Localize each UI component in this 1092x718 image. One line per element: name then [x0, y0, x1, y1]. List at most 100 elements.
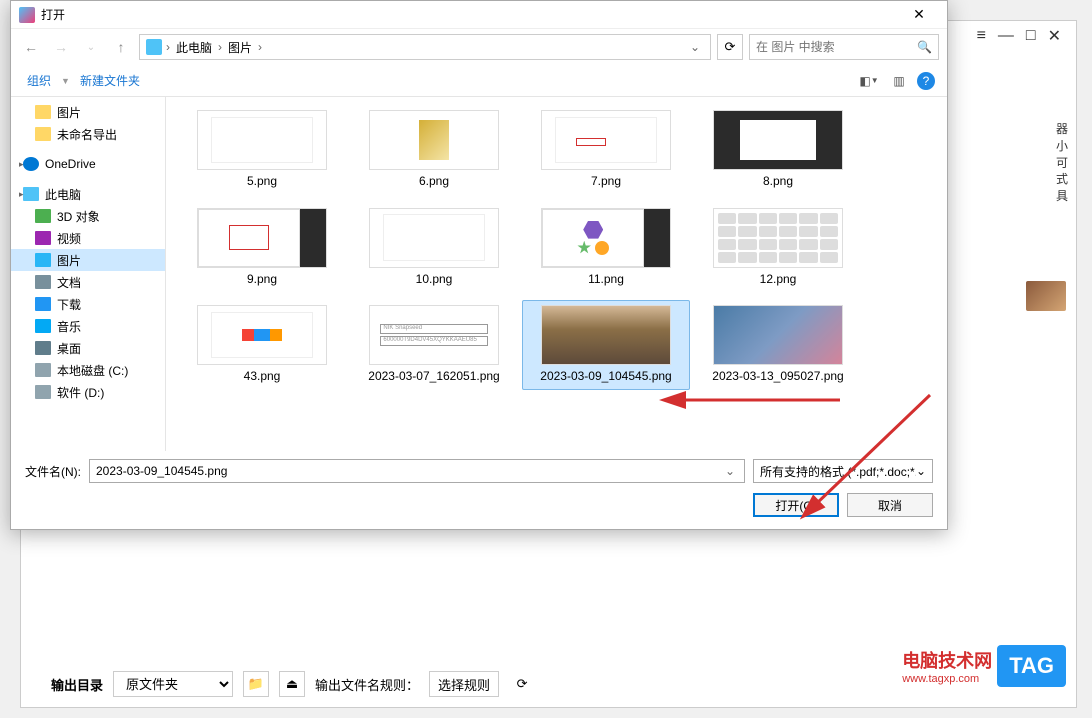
- sidebar-item-label: 3D 对象: [57, 208, 100, 225]
- filename-dropdown-icon[interactable]: ⌄: [722, 464, 738, 478]
- select-rule-button[interactable]: 选择规则: [429, 671, 499, 697]
- file-thumbnail: [197, 208, 327, 268]
- file-thumbnail: [541, 305, 671, 365]
- file-item[interactable]: 7.png: [522, 105, 690, 195]
- file-thumbnail: [197, 305, 327, 365]
- file-item[interactable]: 6.png: [350, 105, 518, 195]
- search-icon[interactable]: 🔍: [917, 40, 932, 54]
- preview-pane-icon[interactable]: ▥: [887, 69, 911, 93]
- sidebar-item-本地磁盘 (C:)[interactable]: 本地磁盘 (C:): [11, 359, 165, 381]
- file-item[interactable]: 43.png: [178, 300, 346, 390]
- expand-icon[interactable]: ▸: [19, 189, 24, 200]
- file-name-label: 2023-03-09_104545.png: [540, 369, 671, 385]
- breadcrumb-current[interactable]: 图片: [226, 39, 254, 56]
- bg-hamburger-icon[interactable]: ≡: [977, 27, 986, 45]
- dialog-body: 图片未命名导出▸OneDrive▸此电脑3D 对象视频图片文档下载音乐桌面本地磁…: [11, 97, 947, 451]
- sidebar-item-OneDrive[interactable]: ▸ OneDrive: [11, 153, 165, 175]
- sidebar-item-label: OneDrive: [45, 157, 96, 171]
- organize-menu[interactable]: 组织: [23, 72, 55, 89]
- breadcrumb-root[interactable]: 此电脑: [174, 39, 214, 56]
- view-mode-icon[interactable]: ◧ ▼: [857, 69, 881, 93]
- pc-icon: [146, 39, 162, 55]
- output-folder-select[interactable]: 原文件夹: [113, 671, 233, 697]
- file-item[interactable]: 11.png: [522, 203, 690, 293]
- bg-close-icon[interactable]: ✕: [1048, 26, 1061, 46]
- new-folder-button[interactable]: 新建文件夹: [76, 72, 144, 89]
- nav-forward-icon[interactable]: →: [49, 35, 73, 59]
- file-thumbnail: NIK Snapseed600000T9D4DV45XQYKKAAEU85: [369, 305, 499, 365]
- sidebar-item-label: 未命名导出: [57, 126, 117, 143]
- file-thumbnail: [369, 110, 499, 170]
- sidebar-item-图片[interactable]: 图片: [11, 101, 165, 123]
- music-icon: [35, 319, 51, 333]
- sidebar-item-视频[interactable]: 视频: [11, 227, 165, 249]
- sidebar-item-音乐[interactable]: 音乐: [11, 315, 165, 337]
- file-name-label: 7.png: [591, 174, 621, 190]
- onedrive-icon: [23, 157, 39, 171]
- sidebar-item-label: 本地磁盘 (C:): [57, 362, 128, 379]
- nav-up-icon[interactable]: ↑: [109, 35, 133, 59]
- bg-titlebar: ≡ — □ ✕: [962, 21, 1076, 51]
- file-list-area[interactable]: 5.png6.png 7.png 8.png 9.png 10.png 11.png 12.…: [166, 97, 947, 451]
- file-item[interactable]: 9.png: [178, 203, 346, 293]
- file-item[interactable]: 12.png: [694, 203, 862, 293]
- dropdown-icon: ▼: [61, 76, 70, 86]
- refresh-rule-icon[interactable]: ⟳: [509, 671, 535, 697]
- nav-recent-icon[interactable]: ⌄: [79, 35, 103, 59]
- file-item[interactable]: 2023-03-13_095027.png: [694, 300, 862, 390]
- chevron-right-icon: ›: [218, 40, 222, 54]
- open-folder-icon[interactable]: ⏏: [279, 671, 305, 697]
- sidebar-item-下载[interactable]: 下载: [11, 293, 165, 315]
- sidebar-item-label: 此电脑: [45, 186, 81, 203]
- dialog-nav: ← → ⌄ ↑ › 此电脑 › 图片 › ⌄ ⟳ 🔍: [11, 29, 947, 65]
- file-thumbnail: [197, 110, 327, 170]
- file-name-label: 9.png: [247, 272, 277, 288]
- folder-icon[interactable]: 📁: [243, 671, 269, 697]
- filename-input[interactable]: [96, 464, 722, 478]
- file-name-label: 10.png: [416, 272, 453, 288]
- folder-icon: [35, 105, 51, 119]
- file-name-label: 43.png: [244, 369, 281, 385]
- nav-back-icon[interactable]: ←: [19, 35, 43, 59]
- file-thumbnail: [713, 305, 843, 365]
- file-item[interactable]: 8.png: [694, 105, 862, 195]
- sidebar-item-未命名导出[interactable]: 未命名导出: [11, 123, 165, 145]
- filename-label: 文件名(N):: [25, 463, 81, 480]
- obj3d-icon: [35, 209, 51, 223]
- file-item[interactable]: NIK Snapseed600000T9D4DV45XQYKKAAEU85 202…: [350, 300, 518, 390]
- sidebar-item-此电脑[interactable]: ▸ 此电脑: [11, 183, 165, 205]
- bg-side-text: 器 小 可 式 具: [1056, 121, 1076, 205]
- bg-maximize-icon[interactable]: □: [1026, 27, 1036, 45]
- sidebar-item-3D 对象[interactable]: 3D 对象: [11, 205, 165, 227]
- sidebar-item-label: 音乐: [57, 318, 81, 335]
- sidebar-item-文档[interactable]: 文档: [11, 271, 165, 293]
- filter-dropdown-icon: ⌄: [916, 464, 926, 478]
- sidebar-item-图片[interactable]: 图片: [11, 249, 165, 271]
- output-dir-label: 输出目录: [51, 675, 103, 694]
- search-box[interactable]: 🔍: [749, 34, 939, 60]
- file-type-filter[interactable]: 所有支持的格式 (*.pdf;*.doc;*. ⌄: [753, 459, 933, 483]
- file-thumbnail: [541, 208, 671, 268]
- sidebar-item-label: 软件 (D:): [57, 384, 104, 401]
- file-thumbnail: [713, 110, 843, 170]
- open-button[interactable]: 打开(O): [753, 493, 839, 517]
- refresh-icon[interactable]: ⟳: [717, 34, 743, 60]
- bg-minimize-icon[interactable]: —: [998, 27, 1014, 45]
- breadcrumb[interactable]: › 此电脑 › 图片 › ⌄: [139, 34, 711, 60]
- path-dropdown-icon[interactable]: ⌄: [686, 40, 704, 54]
- file-name-label: 2023-03-07_162051.png: [368, 369, 499, 385]
- file-name-label: 11.png: [588, 272, 624, 288]
- disk-icon: [35, 385, 51, 399]
- cancel-button[interactable]: 取消: [847, 493, 933, 517]
- search-input[interactable]: [756, 40, 917, 54]
- file-item[interactable]: 2023-03-09_104545.png: [522, 300, 690, 390]
- rule-label: 输出文件名规则：: [315, 675, 419, 694]
- expand-icon[interactable]: ▸: [19, 159, 24, 170]
- sidebar-item-软件 (D:)[interactable]: 软件 (D:): [11, 381, 165, 403]
- close-icon[interactable]: ✕: [899, 6, 939, 23]
- help-icon[interactable]: ?: [917, 72, 935, 90]
- file-item[interactable]: 5.png: [178, 105, 346, 195]
- sidebar-item-桌面[interactable]: 桌面: [11, 337, 165, 359]
- file-item[interactable]: 10.png: [350, 203, 518, 293]
- docs-icon: [35, 275, 51, 289]
